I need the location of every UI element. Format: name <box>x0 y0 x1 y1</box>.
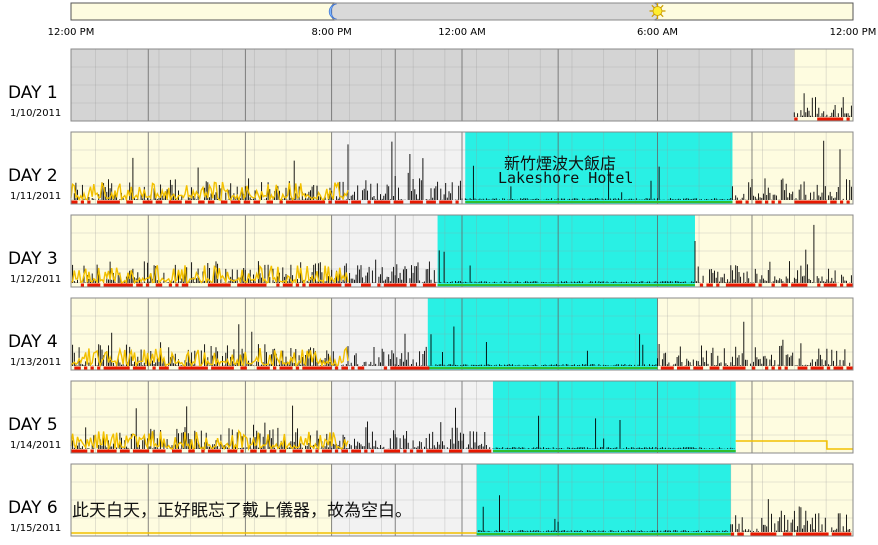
day-label: DAY 5 <box>8 415 58 435</box>
day-panel <box>70 214 854 288</box>
day-label: DAY 4 <box>8 332 58 352</box>
actigraphy-chart: 12:00 PM 8:00 PM 12:00 AM 6:00 AM 12:00 PM D… <box>0 0 878 545</box>
date-label: 1/13/2011 <box>10 357 62 368</box>
day-panel <box>70 131 854 205</box>
annotation-hotel-name-en: Lakeshore Hotel <box>498 169 634 187</box>
date-label: 1/10/2011 <box>10 108 62 119</box>
day-label: DAY 3 <box>8 249 58 269</box>
date-label: 1/12/2011 <box>10 274 62 285</box>
day-panel <box>70 48 854 122</box>
day-label: DAY 1 <box>8 83 58 103</box>
day-panel <box>70 380 854 454</box>
day-panels <box>70 48 854 537</box>
day-label: DAY 2 <box>8 166 58 186</box>
date-label: 1/15/2011 <box>10 523 62 534</box>
day-panel <box>70 297 854 371</box>
annotation-missing-data: 此天白天，正好眠忘了戴上儀器，故為空白。 <box>72 501 412 521</box>
date-label: 1/14/2011 <box>10 440 62 451</box>
day-label: DAY 6 <box>8 498 58 518</box>
date-label: 1/11/2011 <box>10 191 62 202</box>
